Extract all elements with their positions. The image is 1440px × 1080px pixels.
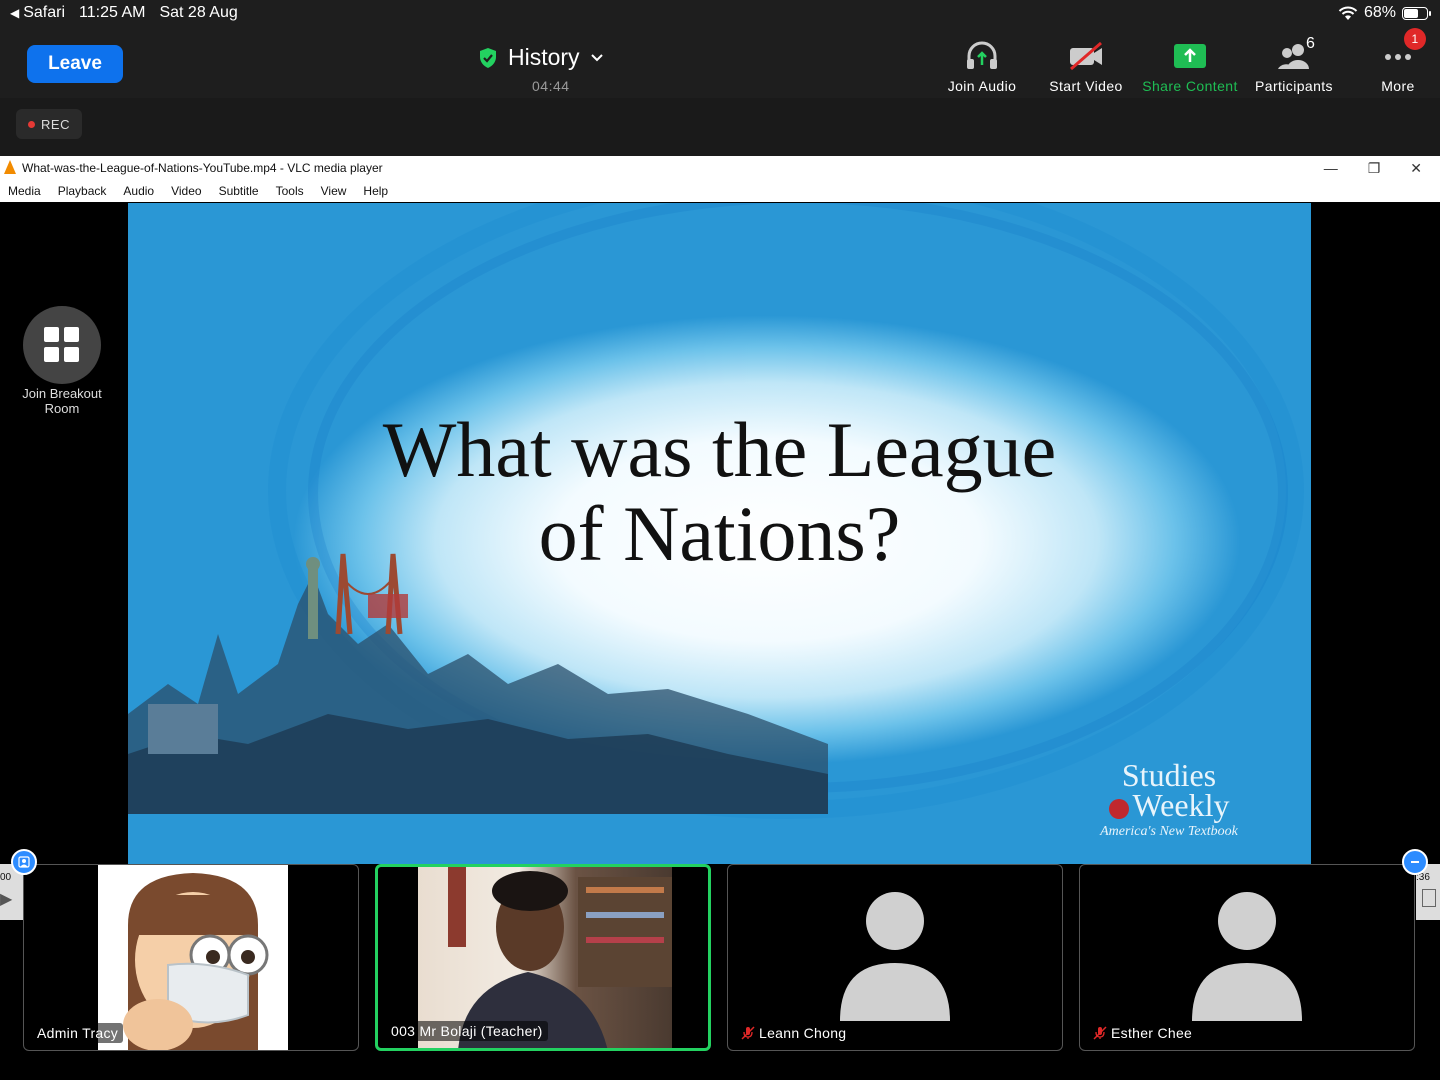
ios-status-bar: ◀ Safari 11:25 AM Sat 28 Aug 68% — [0, 0, 1440, 26]
back-app-label: Safari — [23, 4, 66, 21]
status-date: Sat 28 Aug — [159, 4, 238, 21]
person-icon — [18, 856, 30, 868]
menu-tools[interactable]: Tools — [276, 184, 304, 198]
breakout-grid-icon — [23, 306, 101, 384]
back-arrow-icon: ◀ — [10, 6, 20, 20]
menu-view[interactable]: View — [321, 184, 347, 198]
close-icon[interactable]: ✕ — [1410, 160, 1422, 177]
meeting-top-bar: Leave History 04:44 Join Audio Start Vid… — [0, 26, 1440, 98]
muted-mic-icon — [1093, 1026, 1107, 1040]
recording-indicator[interactable]: REC — [16, 109, 82, 139]
brand-line2: Weekly — [1132, 787, 1230, 823]
notification-badge: 1 — [1404, 28, 1426, 50]
participant-name: 003 Mr Bolaji (Teacher) — [386, 1021, 548, 1041]
studies-weekly-logo: Studies Weekly America's New Textbook — [1079, 757, 1259, 840]
meeting-toolbar: Join Audio Start Video Share Content 6 P… — [930, 28, 1440, 94]
participants-label: Participants — [1255, 78, 1333, 94]
back-to-safari-link[interactable]: ◀ Safari — [10, 4, 65, 22]
participants-count: 6 — [1306, 35, 1316, 52]
share-screen-icon — [1174, 44, 1206, 68]
window-controls: — ❐ ✕ — [1324, 156, 1422, 180]
participant-name: Esther Chee — [1088, 1023, 1198, 1043]
collapse-strip-button[interactable] — [1402, 849, 1428, 875]
wifi-icon — [1338, 6, 1358, 20]
battery-percent: 68% — [1363, 4, 1396, 21]
restore-icon[interactable]: ❐ — [1368, 160, 1381, 177]
leave-button[interactable]: Leave — [27, 45, 123, 83]
meeting-title: History — [508, 44, 580, 70]
fullscreen-icon[interactable] — [1422, 889, 1436, 907]
pin-speaker-button[interactable] — [11, 849, 37, 875]
participant-name-text: Leann Chong — [759, 1025, 847, 1041]
share-content-label: Share Content — [1142, 78, 1238, 94]
vlc-title-bar: What-was-the-League-of-Nations-YouTube.m… — [0, 156, 1440, 180]
play-icon[interactable]: ▶ — [0, 889, 24, 909]
vlc-menu-bar: Media Playback Audio Video Subtitle Tool… — [0, 180, 1440, 202]
share-content-button[interactable]: Share Content — [1138, 40, 1242, 94]
participant-strip: 00 ▶ :36 Admin Tracy 003 Mr Bolaji (Teac… — [0, 849, 1440, 1080]
more-label: More — [1381, 78, 1415, 94]
memoji-icon — [123, 873, 269, 1050]
minimize-icon[interactable]: — — [1324, 160, 1338, 176]
chevron-down-icon — [590, 53, 603, 61]
meeting-timer: 04:44 — [532, 78, 570, 94]
start-video-button[interactable]: Start Video — [1034, 40, 1138, 94]
menu-help[interactable]: Help — [363, 184, 388, 198]
slide-title-line1: What was the League — [382, 406, 1057, 493]
join-audio-label: Join Audio — [947, 78, 1017, 94]
participant-tile[interactable]: Admin Tracy — [23, 864, 359, 1051]
participant-tile[interactable]: Esther Chee — [1079, 864, 1415, 1051]
participant-name-text: Esther Chee — [1111, 1025, 1193, 1041]
status-time: 11:25 AM — [79, 4, 146, 21]
recording-bar: REC — [0, 98, 1440, 156]
default-avatar-icon — [1192, 892, 1302, 1021]
slide-title: What was the League of Nations? — [128, 408, 1311, 576]
recording-dot-icon — [28, 120, 36, 128]
brand-line1: Studies — [1121, 757, 1217, 793]
default-avatar-icon — [840, 892, 950, 1021]
join-audio-button[interactable]: Join Audio — [930, 40, 1034, 94]
vlc-window-title: What-was-the-League-of-Nations-YouTube.m… — [22, 161, 383, 175]
headphones-icon — [967, 41, 997, 69]
participants-button[interactable]: 6 Participants — [1242, 35, 1346, 94]
menu-audio[interactable]: Audio — [123, 184, 154, 198]
minus-icon — [1411, 861, 1419, 863]
battery-icon — [1402, 6, 1431, 20]
video-frame: What was the League of Nations? Studies … — [128, 203, 1311, 864]
menu-subtitle[interactable]: Subtitle — [219, 184, 259, 198]
participant-name: Leann Chong — [736, 1023, 852, 1043]
meeting-title-dropdown[interactable]: History — [478, 44, 604, 71]
participant-tile-active-speaker[interactable]: 003 Mr Bolaji (Teacher) — [375, 864, 711, 1051]
shared-screen: What-was-the-League-of-Nations-YouTube.m… — [0, 156, 1440, 864]
brand-tagline: America's New Textbook — [1100, 824, 1238, 839]
participant-name-text: 003 Mr Bolaji (Teacher) — [391, 1023, 543, 1039]
more-button[interactable]: 1 More — [1346, 28, 1440, 94]
vlc-cone-icon — [4, 160, 16, 174]
start-video-label: Start Video — [1049, 78, 1123, 94]
rec-label: REC — [41, 116, 70, 132]
breakout-label: Join Breakout Room — [22, 386, 102, 416]
participant-name: Admin Tracy — [32, 1023, 124, 1043]
join-breakout-room-button[interactable]: Join Breakout Room — [14, 306, 110, 416]
muted-mic-icon — [741, 1026, 755, 1040]
apple-icon — [1108, 798, 1129, 819]
encryption-shield-icon — [480, 47, 496, 68]
video-off-icon — [1070, 41, 1102, 71]
participant-tile[interactable]: Leann Chong — [727, 864, 1063, 1051]
menu-video[interactable]: Video — [171, 184, 201, 198]
slide-title-line2: of Nations? — [538, 490, 901, 577]
participant-name-text: Admin Tracy — [37, 1025, 119, 1041]
memoji-avatar — [98, 865, 288, 1050]
menu-playback[interactable]: Playback — [58, 184, 107, 198]
menu-media[interactable]: Media — [8, 184, 41, 198]
